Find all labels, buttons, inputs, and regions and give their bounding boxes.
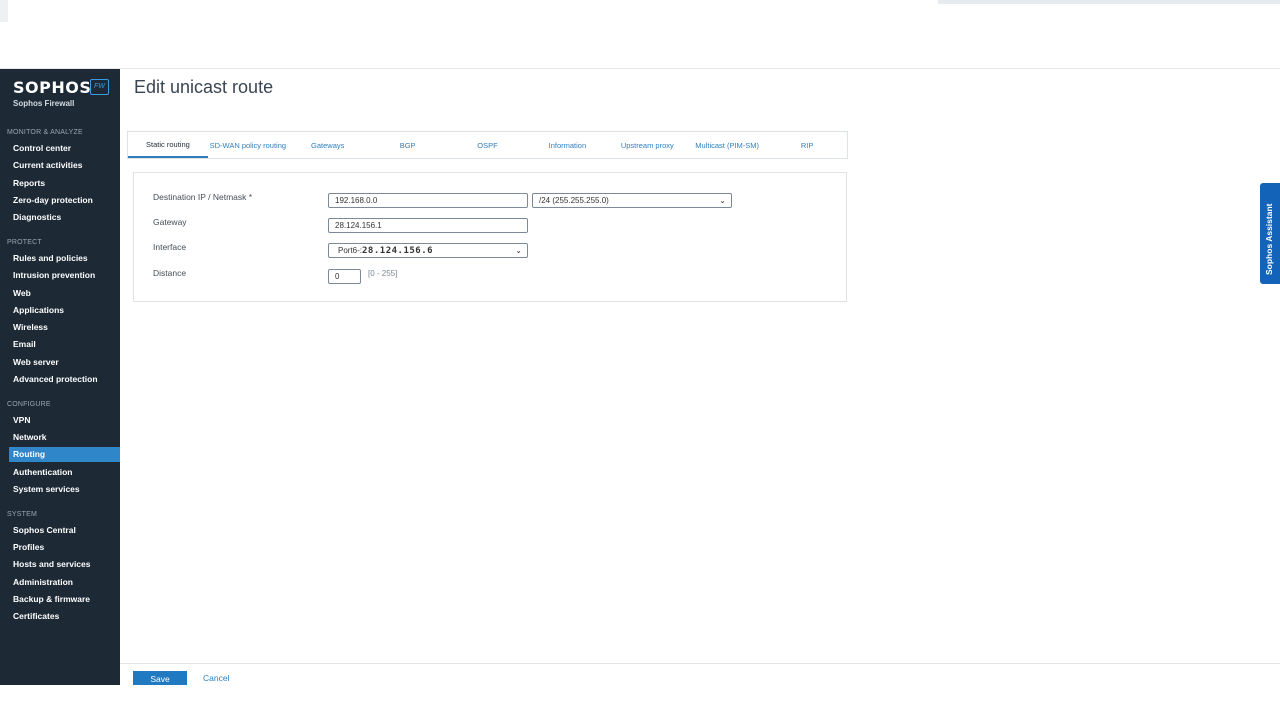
interface-prefix: Port6-: xyxy=(338,246,363,255)
gateway-label: Gateway xyxy=(153,217,187,227)
sidebar-item-intrusion-prevention[interactable]: Intrusion prevention xyxy=(9,268,120,283)
footer-bar: Save Cancel xyxy=(120,663,1280,686)
tab-rip[interactable]: RIP xyxy=(767,132,847,158)
sidebar-item-applications[interactable]: Applications xyxy=(9,303,120,318)
netmask-select[interactable]: /24 (255.255.255.0) ⌄ xyxy=(532,193,732,208)
interface-select[interactable]: Port6-:28.124.156.6 ⌄ xyxy=(328,243,528,258)
sidebar-item-control-center[interactable]: Control center xyxy=(9,141,120,156)
tab-gateways[interactable]: Gateways xyxy=(288,132,368,158)
top-shade xyxy=(938,0,1280,4)
save-button[interactable]: Save xyxy=(133,671,187,686)
assistant-label: Sophos Assistant xyxy=(1264,203,1274,275)
sidebar-item-routing[interactable]: Routing xyxy=(9,447,120,462)
sophos-assistant-tab[interactable]: Sophos Assistant xyxy=(1260,183,1280,284)
sidebar-item-diagnostics[interactable]: Diagnostics xyxy=(9,210,120,225)
top-shade-left xyxy=(0,0,8,22)
distance-range-hint: [0 - 255] xyxy=(368,269,398,278)
section-title-protect: PROTECT xyxy=(7,239,42,246)
sidebar-item-backup-firmware[interactable]: Backup & firmware xyxy=(9,592,120,607)
interface-value: 28.124.156.6 xyxy=(362,246,434,256)
sidebar-item-email[interactable]: Email xyxy=(9,337,120,352)
logo: SOPHOS FW Sophos Firewall xyxy=(13,78,109,108)
interface-label: Interface xyxy=(153,242,187,252)
sidebar-item-reports[interactable]: Reports xyxy=(9,176,120,191)
logo-wordmark: SOPHOS xyxy=(13,78,92,97)
tab-bgp[interactable]: BGP xyxy=(368,132,448,158)
tab-information[interactable]: Information xyxy=(527,132,607,158)
chevron-down-icon: ⌄ xyxy=(719,196,726,205)
page-title: Edit unicast route xyxy=(134,77,274,97)
chevron-down-icon: ⌄ xyxy=(515,246,522,255)
sidebar-item-advanced-protection[interactable]: Advanced protection xyxy=(9,372,120,387)
tab-multicast[interactable]: Multicast (PIM-SM) xyxy=(687,132,767,158)
sidebar-item-vpn[interactable]: VPN xyxy=(9,413,120,428)
cancel-button[interactable]: Cancel xyxy=(203,673,229,683)
netmask-value: /24 (255.255.255.0) xyxy=(539,196,609,205)
destination-ip-field[interactable]: 192.168.0.0 xyxy=(328,193,528,208)
firewall-badge-icon: FW xyxy=(90,79,109,95)
section-title-configure: CONFIGURE xyxy=(7,401,51,408)
tab-upstream-proxy[interactable]: Upstream proxy xyxy=(607,132,687,158)
sidebar-item-network[interactable]: Network xyxy=(9,430,120,445)
sidebar-item-web[interactable]: Web xyxy=(9,286,120,301)
tab-static-routing[interactable]: Static routing xyxy=(128,132,208,158)
sidebar-item-certificates[interactable]: Certificates xyxy=(9,609,120,624)
sidebar-item-wireless[interactable]: Wireless xyxy=(9,320,120,335)
distance-field[interactable]: 0 xyxy=(328,269,361,284)
sidebar-item-sophos-central[interactable]: Sophos Central xyxy=(9,523,120,538)
tab-bar: Static routing SD-WAN policy routing Gat… xyxy=(127,131,848,159)
section-title-system: SYSTEM xyxy=(7,511,37,518)
sidebar-item-authentication[interactable]: Authentication xyxy=(9,465,120,480)
sidebar: SOPHOS FW Sophos Firewall MONITOR & ANAL… xyxy=(0,69,120,685)
sidebar-item-profiles[interactable]: Profiles xyxy=(9,540,120,555)
sidebar-item-web-server[interactable]: Web server xyxy=(9,355,120,370)
sidebar-item-zero-day-protection[interactable]: Zero-day protection xyxy=(9,193,120,208)
distance-label: Distance xyxy=(153,268,187,278)
sidebar-item-system-services[interactable]: System services xyxy=(9,482,120,497)
route-form-panel: Destination IP / Netmask * 192.168.0.0 /… xyxy=(133,172,847,302)
sidebar-item-hosts-and-services[interactable]: Hosts and services xyxy=(9,557,120,572)
tab-sd-wan-policy-routing[interactable]: SD-WAN policy routing xyxy=(208,132,288,158)
top-bar xyxy=(0,0,1280,69)
bottom-blank-area xyxy=(0,685,1280,720)
gateway-field[interactable]: 28.124.156.1 xyxy=(328,218,528,233)
sidebar-item-current-activities[interactable]: Current activities xyxy=(9,158,120,173)
section-title-monitor: MONITOR & ANALYZE xyxy=(7,129,83,136)
sidebar-item-administration[interactable]: Administration xyxy=(9,575,120,590)
destination-label: Destination IP / Netmask * xyxy=(153,192,253,202)
sidebar-item-rules-and-policies[interactable]: Rules and policies xyxy=(9,251,120,266)
tab-ospf[interactable]: OSPF xyxy=(448,132,528,158)
logo-subtitle: Sophos Firewall xyxy=(13,99,75,108)
